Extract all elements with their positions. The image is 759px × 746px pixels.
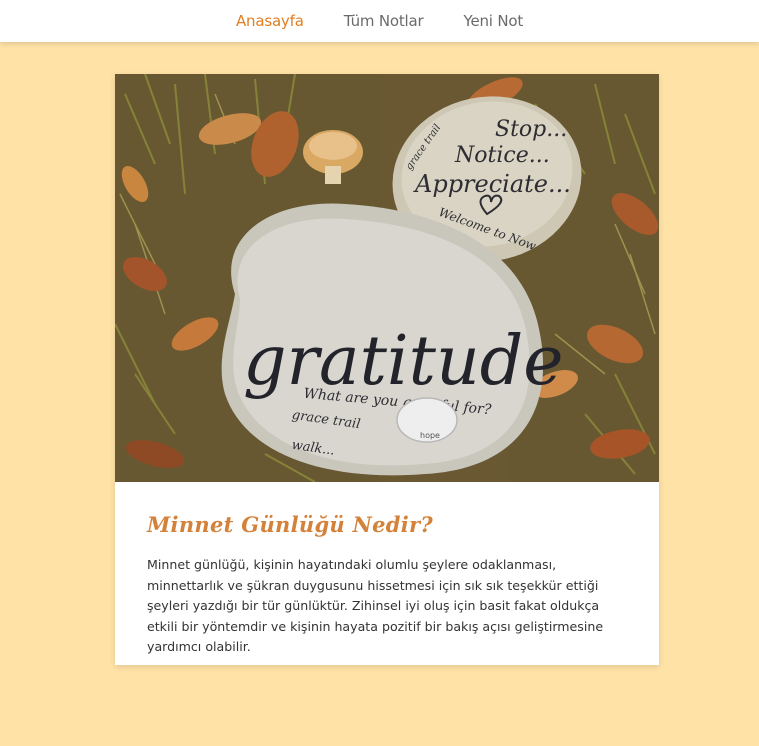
svg-text:Notice...: Notice... [454,143,550,168]
nav-link-home[interactable]: Anasayfa [216,12,324,30]
svg-text:Stop...: Stop... [495,117,567,142]
top-navbar: Anasayfa Tüm Notlar Yeni Not [0,0,759,42]
svg-text:gratitude: gratitude [243,322,564,401]
nav-link-new-note[interactable]: Yeni Not [444,12,544,30]
article-card: Stop... Notice... Appreciate... Welcome … [115,74,659,665]
hero-image: Stop... Notice... Appreciate... Welcome … [115,74,659,482]
article-body: Minnet günlüğü, kişinin hayatındaki olum… [147,557,604,654]
article-title: Minnet Günlüğü Nedir? [147,512,433,537]
nav-link-all-notes[interactable]: Tüm Notlar [324,12,444,30]
svg-text:hope: hope [420,431,440,440]
svg-text:Appreciate...: Appreciate... [413,170,571,198]
